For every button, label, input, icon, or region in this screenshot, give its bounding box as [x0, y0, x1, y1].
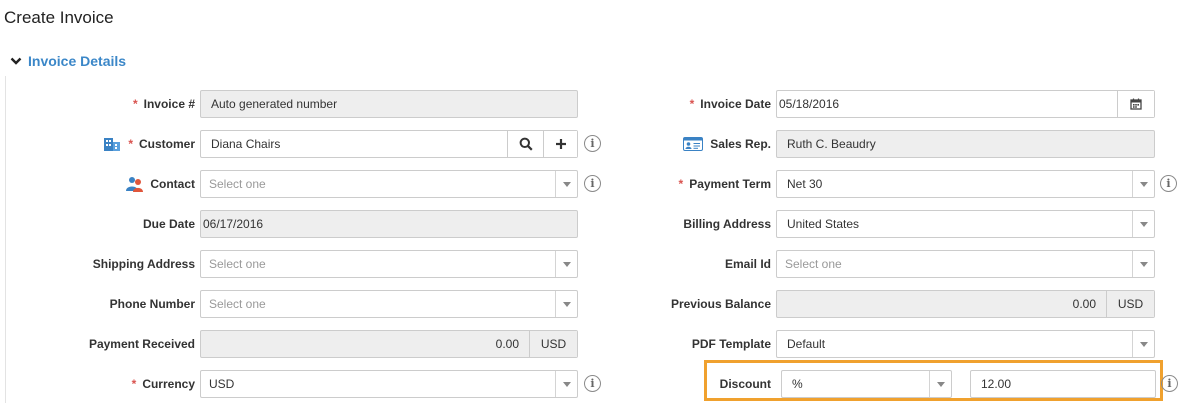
required-mark: *: [131, 377, 137, 391]
chevron-down-icon: [555, 291, 577, 317]
section-title: Invoice Details: [28, 53, 127, 69]
payment-received-currency: USD: [529, 331, 577, 357]
contact-label: Contact: [125, 170, 195, 198]
sales-rep-field: Ruth C. Beaudry: [776, 130, 1155, 158]
payment-received-field: 0.00 USD: [200, 330, 578, 358]
pdf-template-label: PDF Template: [691, 337, 771, 351]
previous-balance-field: 0.00 USD: [776, 290, 1155, 318]
search-icon: [519, 137, 533, 151]
chevron-down-icon: [1132, 331, 1154, 357]
page-title: Create Invoice: [4, 8, 114, 27]
phone-number-select[interactable]: Select one: [200, 290, 578, 318]
customer-search-button[interactable]: [507, 131, 543, 157]
chevron-down-icon: [10, 57, 22, 65]
plus-icon: [555, 139, 566, 149]
required-mark: *: [132, 97, 138, 111]
chevron-down-icon: [1132, 171, 1154, 197]
discount-value-input[interactable]: 12.00: [970, 370, 1156, 398]
customer-label: * Customer: [103, 130, 195, 158]
currency-info-icon[interactable]: i: [584, 375, 601, 392]
invoice-number-label: * Invoice #: [132, 97, 195, 111]
calendar-button[interactable]: [1117, 91, 1154, 117]
contact-select[interactable]: Select one: [200, 170, 578, 198]
people-icon: [126, 177, 144, 192]
due-date-field: 06/17/2016: [200, 210, 578, 238]
phone-number-label: Phone Number: [109, 297, 195, 311]
invoice-date-label: * Invoice Date: [689, 97, 771, 111]
add-customer-button[interactable]: [543, 131, 577, 157]
payment-term-label: * Payment Term: [678, 177, 771, 191]
chevron-down-icon: [929, 371, 951, 397]
previous-balance-currency: USD: [1106, 291, 1154, 317]
previous-balance-label: Previous Balance: [670, 297, 771, 311]
required-mark: *: [678, 177, 684, 191]
billing-address-select[interactable]: United States: [776, 210, 1155, 238]
currency-select[interactable]: USD: [200, 370, 578, 398]
building-icon: [104, 138, 121, 151]
required-mark: *: [128, 137, 133, 151]
due-date-label: Due Date: [142, 217, 195, 231]
currency-label: * Currency: [131, 377, 195, 391]
discount-type-select[interactable]: %: [781, 370, 952, 398]
discount-label: Discount: [719, 377, 771, 391]
billing-address-label: Billing Address: [683, 217, 771, 231]
payment-term-select[interactable]: Net 30: [776, 170, 1155, 198]
invoice-date-input[interactable]: 05/18/2016: [776, 90, 1155, 118]
pdf-template-select[interactable]: Default: [776, 330, 1155, 358]
shipping-address-label: Shipping Address: [92, 257, 195, 271]
id-card-icon: [683, 137, 704, 151]
discount-info-icon[interactable]: i: [1161, 375, 1178, 392]
email-id-select[interactable]: Select one: [776, 250, 1155, 278]
calendar-icon: [1130, 98, 1142, 110]
invoice-details-section-toggle[interactable]: Invoice Details: [10, 53, 126, 69]
invoice-number-field: Auto generated number: [200, 90, 578, 118]
customer-input[interactable]: Diana Chairs: [200, 130, 578, 158]
chevron-down-icon: [555, 251, 577, 277]
customer-info-icon[interactable]: i: [584, 135, 601, 152]
contact-info-icon[interactable]: i: [584, 175, 601, 192]
chevron-down-icon: [555, 371, 577, 397]
payment-term-info-icon[interactable]: i: [1160, 175, 1177, 192]
chevron-down-icon: [1132, 251, 1154, 277]
required-mark: *: [689, 97, 695, 111]
chevron-down-icon: [1132, 211, 1154, 237]
payment-received-label: Payment Received: [88, 337, 195, 351]
sales-rep-label: Sales Rep.: [683, 130, 771, 158]
chevron-down-icon: [555, 171, 577, 197]
email-id-label: Email Id: [724, 257, 771, 271]
shipping-address-select[interactable]: Select one: [200, 250, 578, 278]
